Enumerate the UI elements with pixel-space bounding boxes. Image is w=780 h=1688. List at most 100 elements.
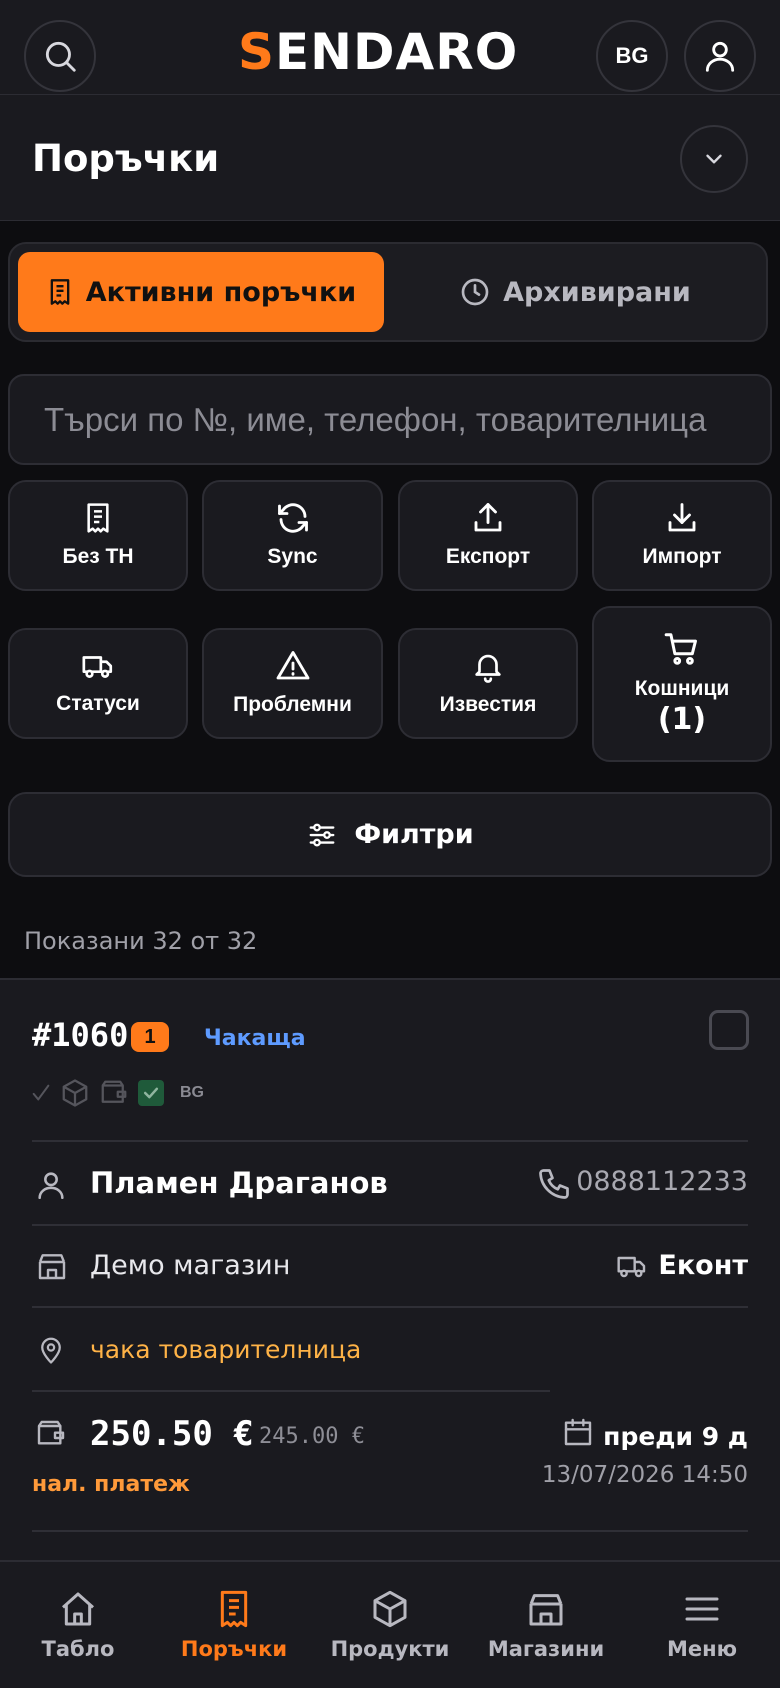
divider <box>32 1530 748 1532</box>
clock-icon <box>461 278 489 306</box>
profile-button[interactable] <box>684 20 756 92</box>
chevron-down-icon <box>706 154 722 164</box>
nav-item-stores[interactable]: Магазини <box>468 1562 624 1688</box>
brand-logo-s: S <box>238 23 276 81</box>
order-number: #1060 <box>32 1016 129 1054</box>
search-field <box>8 374 772 465</box>
import-button[interactable]: Импорт <box>592 480 772 591</box>
bottom-navigation: Табло Поръчки Продукти Магазини Меню <box>0 1560 780 1688</box>
import-label: Импорт <box>642 545 722 569</box>
truck-icon <box>82 656 113 679</box>
tab-active-orders[interactable]: Активни поръчки <box>18 252 384 332</box>
nav-item-dashboard[interactable]: Табло <box>0 1562 156 1688</box>
search-button[interactable] <box>24 20 96 92</box>
nav-item-orders[interactable]: Поръчки <box>156 1562 312 1688</box>
nav-item-stores-label: Магазини <box>487 1637 605 1661</box>
sync-label: Sync <box>267 545 318 569</box>
bell-icon <box>475 655 501 684</box>
courier-name: Еконт <box>658 1250 748 1281</box>
receipt-icon <box>220 1590 248 1628</box>
page-title: Поръчки <box>32 137 220 180</box>
awb-status: чака товарителница <box>90 1335 362 1364</box>
statuses-button[interactable]: Статуси <box>8 628 188 739</box>
verified-check-icon <box>138 1080 164 1106</box>
divider <box>32 1224 748 1226</box>
filters-button[interactable]: Филтри <box>8 792 772 877</box>
receipt-icon <box>87 503 109 533</box>
search-input[interactable] <box>10 376 770 463</box>
cart-icon <box>664 633 697 665</box>
home-icon <box>62 1592 94 1626</box>
brand-logo-rest: ENDARO <box>275 23 519 81</box>
receipt-icon <box>50 279 70 305</box>
calendar-icon <box>564 1418 592 1446</box>
customer-name[interactable]: Пламен Драганов <box>90 1166 388 1200</box>
sliders-icon <box>309 823 335 846</box>
export-label: Експорт <box>445 545 531 569</box>
order-select-checkbox[interactable] <box>709 1010 749 1050</box>
no-awb-button[interactable]: Без ТН <box>8 480 188 591</box>
wallet-icon <box>37 1420 65 1445</box>
menu-icon <box>685 1597 719 1621</box>
export-button[interactable]: Експорт <box>398 480 578 591</box>
map-pin-icon <box>41 1337 61 1364</box>
order-country: BG <box>180 1084 204 1101</box>
carts-count: (1) <box>657 702 707 738</box>
tab-archived-label: Архивирани <box>503 276 691 308</box>
search-icon <box>45 41 76 72</box>
divider <box>32 1390 550 1392</box>
order-items-badge: 1 <box>131 1022 169 1052</box>
order-card[interactable]: #1060 1 Чакаща BG Пламен Драганов 088811… <box>0 978 780 1560</box>
sync-button[interactable]: Sync <box>202 480 383 591</box>
collapse-toggle-button[interactable] <box>680 125 748 193</box>
tab-archived[interactable]: Архивирани <box>390 252 760 332</box>
brand-logo[interactable]: S ENDARO <box>238 26 518 78</box>
download-icon <box>668 503 696 532</box>
statuses-label: Статуси <box>56 692 140 716</box>
package-icon <box>62 1079 88 1107</box>
filters-label: Филтри <box>354 819 474 850</box>
notifications-button[interactable]: Известия <box>398 628 578 739</box>
no-awb-label: Без ТН <box>62 545 134 569</box>
tab-active-orders-label: Активни поръчки <box>85 276 357 308</box>
box-icon <box>373 1590 407 1628</box>
problematic-button[interactable]: Проблемни <box>202 628 383 739</box>
order-status: Чакаща <box>204 1026 306 1051</box>
language-button[interactable]: BG <box>596 20 668 92</box>
nav-item-menu[interactable]: Меню <box>624 1562 780 1688</box>
results-count: Показани 32 от 32 <box>24 927 258 955</box>
user-icon <box>38 1172 64 1200</box>
divider <box>32 1306 748 1308</box>
top-bar: S ENDARO BG <box>0 0 780 95</box>
store-icon <box>38 1254 66 1280</box>
check-icon <box>32 1084 50 1101</box>
wallet-icon <box>101 1080 127 1103</box>
shop-name: Демо магазин <box>90 1250 291 1281</box>
truck-icon <box>617 1256 646 1278</box>
customer-phone[interactable]: 0888112233 <box>576 1166 748 1197</box>
language-code: BG <box>615 43 649 68</box>
carts-button[interactable]: Кошници (1) <box>592 606 772 762</box>
order-relative-time: преди 9 д <box>603 1422 748 1451</box>
nav-item-dashboard-label: Табло <box>41 1637 115 1661</box>
upload-icon <box>474 503 502 532</box>
warning-icon <box>276 651 309 680</box>
order-date: 13/07/2026 14:50 <box>541 1462 748 1488</box>
nav-item-products-label: Продукти <box>330 1637 450 1661</box>
problematic-label: Проблемни <box>233 693 352 717</box>
store-icon <box>529 1594 563 1626</box>
notifications-label: Известия <box>439 693 537 717</box>
user-icon <box>705 41 735 72</box>
order-flags: BG <box>30 1078 204 1108</box>
orders-tabs: Активни поръчки Архивирани <box>8 242 768 342</box>
phone-icon <box>539 1169 569 1199</box>
nav-item-menu-label: Меню <box>666 1637 738 1661</box>
page-header: Поръчки <box>0 95 780 221</box>
payment-method: нал. платеж <box>32 1472 190 1497</box>
order-subtotal: 245.00 € <box>259 1424 365 1449</box>
nav-item-products[interactable]: Продукти <box>312 1562 468 1688</box>
refresh-icon <box>277 503 308 534</box>
divider <box>32 1140 748 1142</box>
carts-label: Кошници <box>634 676 730 700</box>
nav-item-orders-label: Поръчки <box>180 1637 288 1661</box>
